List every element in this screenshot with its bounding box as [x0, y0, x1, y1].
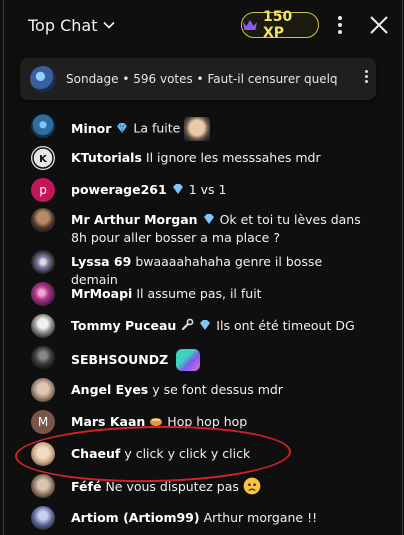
message-text: Ils ont été timeout DG [216, 318, 355, 333]
message-text: 1 vs 1 [188, 182, 227, 197]
avatar[interactable]: p [31, 178, 55, 202]
food-emoji-icon [150, 418, 163, 426]
avatar[interactable]: K [31, 146, 55, 170]
message-text: y click y click y click [124, 446, 251, 461]
chat-header: Top Chat 150 XP [4, 0, 402, 50]
member-diamond-icon [172, 184, 183, 194]
author-name[interactable]: Chaeuf [71, 446, 120, 461]
author-name[interactable]: KTutorials [71, 150, 142, 165]
chat-message[interactable]: SEBHSOUNDZ [4, 346, 402, 371]
message-text: Il ignore les messsahes mdr [145, 150, 321, 165]
svg-text:K: K [39, 154, 48, 165]
chat-message[interactable]: Angel Eyes y se font dessus mdr [4, 378, 402, 402]
chat-message[interactable]: K KTutorials Il ignore les messsahes mdr [4, 146, 402, 170]
author-name[interactable]: Mars Kaan [71, 414, 145, 429]
chat-message[interactable]: Féfé Ne vous disputez pas [4, 474, 402, 498]
chevron-down-icon[interactable] [103, 19, 116, 31]
chat-message[interactable]: Artiom (Artiom99) Arthur morgane !! [4, 506, 402, 530]
chat-message[interactable]: Minor La fuite [4, 114, 402, 141]
wrench-icon [182, 318, 194, 331]
chat-message[interactable]: MrMoapi Il assume pas, il fuit [4, 282, 402, 306]
poll-more-icon[interactable] [365, 70, 368, 83]
author-name[interactable]: SEBHSOUNDZ [71, 352, 168, 367]
chat-message[interactable]: Tommy Puceau Ils ont été timeout DG [4, 314, 402, 338]
message-text: Arthur morgane !! [203, 510, 318, 525]
message-text: y se font dessus mdr [152, 382, 283, 397]
close-icon[interactable] [368, 14, 390, 36]
avatar[interactable] [31, 346, 55, 370]
author-name[interactable]: MrMoapi [71, 286, 132, 301]
author-name[interactable]: Lyssa 69 [71, 254, 131, 269]
author-name[interactable]: Féfé [71, 479, 101, 494]
avatar[interactable] [31, 314, 55, 338]
avatar[interactable] [31, 250, 55, 274]
xp-label: 150 XP [262, 9, 293, 41]
author-name[interactable]: powerage261 [71, 182, 167, 197]
message-text: La fuite [133, 120, 181, 136]
author-name[interactable]: Tommy Puceau [71, 318, 176, 333]
message-text: Il assume pas, il fuit [136, 286, 262, 301]
member-diamond-icon [203, 214, 214, 224]
avatar[interactable]: M [31, 410, 55, 434]
chat-message[interactable]: M Mars Kaan Hop hop hop [4, 410, 402, 434]
member-diamond-icon [200, 320, 211, 330]
chat-message[interactable]: Mr Arthur Morgan Ok et toi tu lèves dans … [4, 208, 402, 247]
avatar[interactable] [31, 282, 55, 306]
avatar[interactable] [31, 378, 55, 402]
message-text: Hop hop hop [167, 414, 248, 429]
avatar[interactable] [31, 114, 55, 138]
emoji-sticker [176, 349, 201, 371]
avatar[interactable] [31, 474, 55, 498]
poll-avatar [30, 66, 56, 92]
author-name[interactable]: Angel Eyes [71, 382, 148, 397]
poll-banner[interactable]: Sondage • 596 votes • Faut-il censurer q… [20, 58, 376, 100]
avatar[interactable] [31, 442, 55, 466]
chat-message[interactable]: Chaeuf y click y click y click [4, 442, 402, 466]
chat-mode-title[interactable]: Top Chat [28, 16, 97, 35]
avatar[interactable] [31, 208, 55, 232]
author-name[interactable]: Mr Arthur Morgan [71, 212, 198, 227]
worried-face-icon [243, 477, 261, 495]
chat-message[interactable]: p powerage261 1 vs 1 [4, 178, 402, 202]
author-name[interactable]: Artiom (Artiom99) [71, 510, 200, 525]
xp-badge[interactable]: 150 XP [241, 9, 319, 41]
poll-text: Sondage • 596 votes • Faut-il censurer q… [66, 72, 338, 86]
more-options-icon[interactable] [330, 14, 350, 36]
emoji-face [184, 117, 211, 141]
crown-icon [242, 20, 257, 30]
message-text: Ne vous disputez pas [105, 479, 239, 494]
live-chat-panel: Top Chat 150 XP Sondage • 596 votes • Fa… [3, 0, 403, 535]
author-name[interactable]: Minor [71, 121, 111, 136]
member-diamond-icon [117, 122, 128, 133]
avatar[interactable] [31, 506, 55, 530]
